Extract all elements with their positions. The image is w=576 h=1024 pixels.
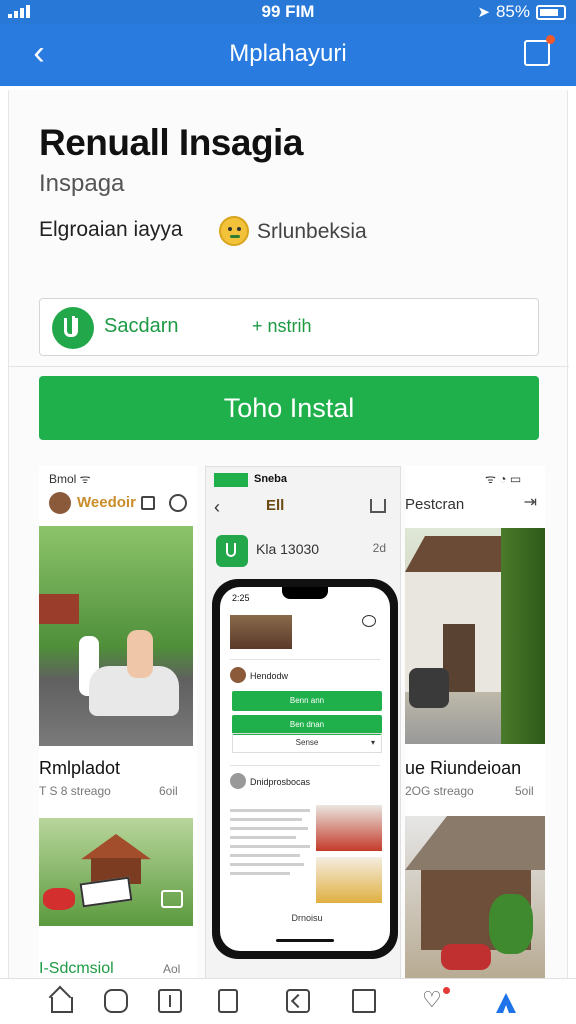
chat-icon: [362, 615, 376, 627]
battery-percent: 85%: [495, 2, 530, 21]
center-app-label: Kla 13030: [256, 541, 320, 557]
home-indicator: [276, 939, 334, 942]
option-row[interactable]: Sacdarn + nstrih: [39, 298, 539, 356]
center-status: Sneba: [254, 473, 288, 485]
app-header: ‹ Mplahayuri: [0, 24, 576, 86]
avatar: [230, 667, 246, 683]
app-logo-icon: [216, 535, 248, 567]
screenshot-left[interactable]: Bmol ᯤ Weedoir Rmlpladot T S 8 streago 6…: [39, 466, 197, 986]
square-icon: [141, 496, 155, 510]
share-icon: [370, 499, 386, 513]
caption-right: 5oil: [515, 784, 534, 798]
profile-icon[interactable]: [494, 989, 518, 1013]
phone-image: [230, 615, 292, 649]
install-button[interactable]: Toho Instal: [39, 376, 539, 440]
edit-icon[interactable]: [524, 35, 555, 66]
heart-icon[interactable]: ♡: [422, 987, 450, 1013]
mini-title: Weedoir: [77, 494, 136, 511]
battery-icon: [536, 4, 566, 20]
phone-notch: [282, 587, 328, 599]
caption-sub: T S 8 streago: [39, 784, 111, 798]
avatar: [230, 773, 246, 789]
wifi-icon: ᯤ ◔ ▭: [485, 472, 522, 486]
village-photo: [39, 818, 193, 926]
status-bar: 99 FIM ➤ 85%: [0, 0, 576, 24]
back-icon: ‹: [214, 497, 220, 517]
developer-name[interactable]: Elgroaian iayya: [39, 218, 183, 242]
divider: [9, 366, 569, 367]
app-logo-icon: [52, 307, 94, 349]
header-title: Mplahayuri: [229, 40, 347, 67]
phone-divider: [230, 765, 380, 766]
phone-mockup: 2:25 Hendodw Benn ann Ben dnan Sense Dni…: [212, 579, 398, 959]
mini-status: Bmol ᯤ: [49, 472, 91, 486]
caption-sub: 2OG streago: [405, 784, 474, 798]
phone-row-label: Hendodw: [250, 671, 289, 681]
phone-text-block: [230, 809, 312, 881]
location-icon: ➤: [477, 4, 490, 21]
phone-photo: [316, 857, 382, 903]
app-detail-card: Renuall Insagia Inspaga Elgroaian iayya …: [8, 90, 569, 986]
center-nav-title: Ell: [266, 497, 285, 514]
street-photo: [39, 526, 193, 746]
phone-button-1: Benn ann: [232, 691, 382, 711]
avatar: [49, 492, 71, 514]
chat-icon: [169, 494, 187, 512]
mini-title: Pestcran: [405, 496, 465, 513]
app-name: Renuall Insagia: [39, 122, 303, 163]
share-icon: ⇥: [523, 494, 537, 511]
house-photo-2: [405, 816, 545, 986]
phone-bottom-label: Drnoisu: [291, 913, 323, 923]
phone-select: Sense: [232, 733, 382, 753]
upload-icon[interactable]: [286, 989, 310, 1013]
caption-title: ue Riundeioan: [405, 758, 522, 778]
map-icon[interactable]: [352, 989, 376, 1013]
phone-divider: [230, 659, 380, 660]
screenshot-center[interactable]: Sneba ‹ Ell Kla 13030 2d 2:25 Hendodw Be…: [205, 466, 401, 986]
status-badge: [214, 473, 248, 487]
phone-row-label-2: Dnidprosbocas: [250, 777, 311, 787]
doc-icon[interactable]: [158, 989, 182, 1013]
face-icon[interactable]: [104, 989, 128, 1013]
option-label: Sacdarn: [104, 315, 179, 337]
home-icon[interactable]: [48, 989, 73, 1013]
screenshot-right[interactable]: ᯤ ◔ ▭ Pestcran ⇥ ue Riundeioan 2OG strea…: [405, 466, 545, 986]
phone-photo: [316, 805, 382, 851]
center-app-rating: 2d: [372, 541, 386, 555]
phone-screen: 2:25 Hendodw Benn ann Ben dnan Sense Dni…: [220, 587, 390, 951]
phone-button-2: Ben dnan: [232, 715, 382, 735]
caption-right: 6oil: [159, 784, 178, 798]
bottom-caption-right: Aol: [163, 962, 181, 976]
option-extra[interactable]: + nstrih: [252, 316, 312, 337]
phone-icon[interactable]: [218, 989, 238, 1013]
bottom-caption: I-Sdcmsiol: [39, 960, 114, 977]
emoji-face-icon: [219, 216, 249, 246]
app-subtitle: Inspaga: [39, 170, 125, 197]
bottom-nav: ♡: [0, 978, 576, 1024]
caption-title: Rmlpladot: [39, 758, 121, 778]
emoji-label: Srlunbeksia: [257, 220, 367, 243]
phone-time: 2:25: [232, 593, 250, 603]
house-photo: [405, 528, 545, 744]
